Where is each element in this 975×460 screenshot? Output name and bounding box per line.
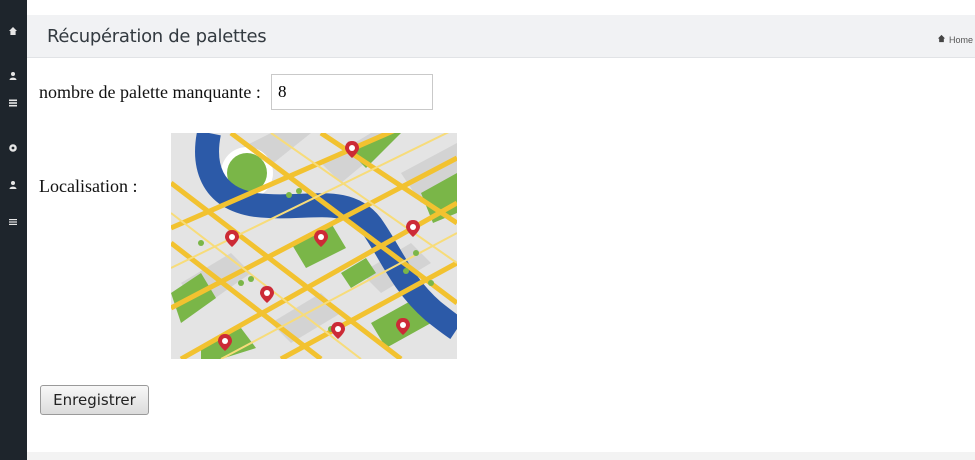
menu-icon[interactable] [6,215,20,229]
user-icon[interactable] [6,69,20,83]
page-title: Récupération de palettes [47,26,267,47]
location-label: Localisation : [39,176,138,196]
location-map-image [171,133,457,359]
home-icon [937,34,946,45]
user-icon[interactable] [6,178,20,192]
footer-strip [27,452,975,460]
breadcrumb[interactable]: Home [937,34,973,45]
page-header: Récupération de palettes Home [27,15,975,58]
sidebar [0,0,27,460]
save-button[interactable]: Enregistrer [40,385,149,415]
home-icon[interactable] [6,24,20,38]
main-content: nombre de palette manquante : Localisati… [27,58,975,460]
missing-pallets-input[interactable] [271,74,433,110]
missing-pallets-label: nombre de palette manquante : [39,82,261,102]
list-icon[interactable] [6,96,20,110]
breadcrumb-home-link[interactable]: Home [949,35,973,45]
circle-icon[interactable] [6,141,20,155]
